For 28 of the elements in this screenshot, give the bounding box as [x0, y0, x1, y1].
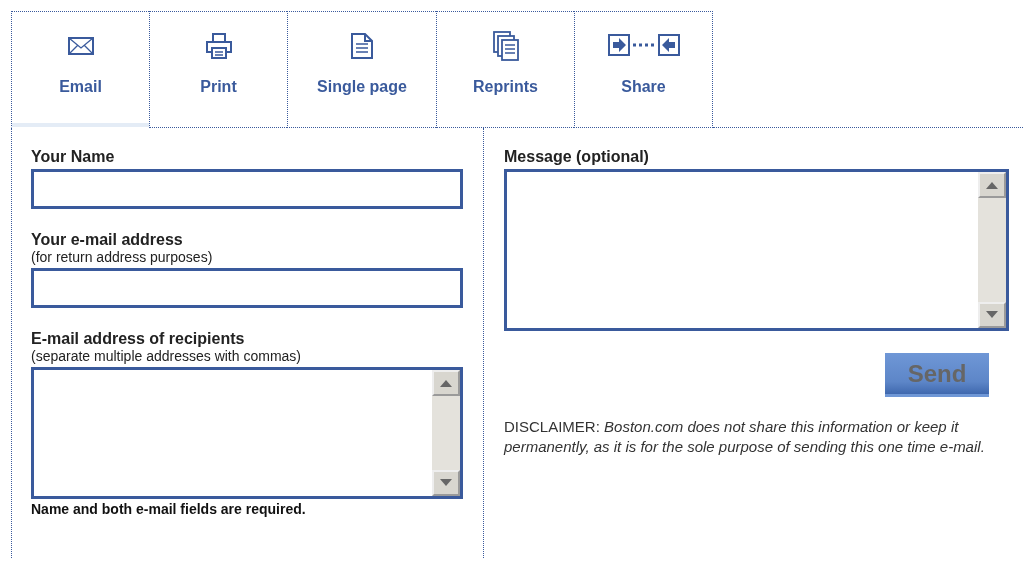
scrollbar[interactable]	[432, 370, 460, 496]
field-label: E-mail address of recipients	[31, 330, 246, 348]
tab[interactable]: Print	[149, 11, 287, 128]
field-label: Message (optional)	[504, 148, 650, 166]
scroll-up-icon[interactable]	[978, 172, 1006, 198]
tab[interactable]: Share	[574, 11, 713, 128]
field-hint: (separate multiple addresses with commas)	[31, 348, 302, 364]
scroll-down-icon[interactable]	[432, 470, 460, 496]
disclaimer: DISCLAIMER: Boston.com does not share this information or keep it permanently, as it is for the sole purpose of sending this one time e-mail.	[504, 417, 986, 456]
tab[interactable]: Reprints	[436, 11, 574, 128]
field-label: Your Name	[31, 148, 116, 166]
share-icon	[607, 34, 680, 58]
printer-icon	[204, 32, 233, 60]
field-hint: (for return address purposes)	[31, 249, 214, 265]
pages-icon	[491, 30, 520, 62]
message-area[interactable]	[504, 169, 1009, 331]
tab[interactable]: Single page	[287, 11, 436, 128]
input-field[interactable]	[31, 169, 463, 209]
field-label: Your e-mail address	[31, 231, 184, 249]
scroll-up-icon[interactable]	[432, 370, 460, 396]
required-note: Name and both e-mail fields are required.	[31, 501, 307, 517]
scroll-down-icon[interactable]	[978, 302, 1006, 328]
scrollbar[interactable]	[978, 172, 1006, 328]
tab[interactable]: Email	[11, 11, 149, 128]
text-area[interactable]	[31, 367, 463, 499]
input-field[interactable]	[31, 268, 463, 308]
envelope-icon	[67, 37, 94, 55]
page-icon	[350, 32, 374, 60]
